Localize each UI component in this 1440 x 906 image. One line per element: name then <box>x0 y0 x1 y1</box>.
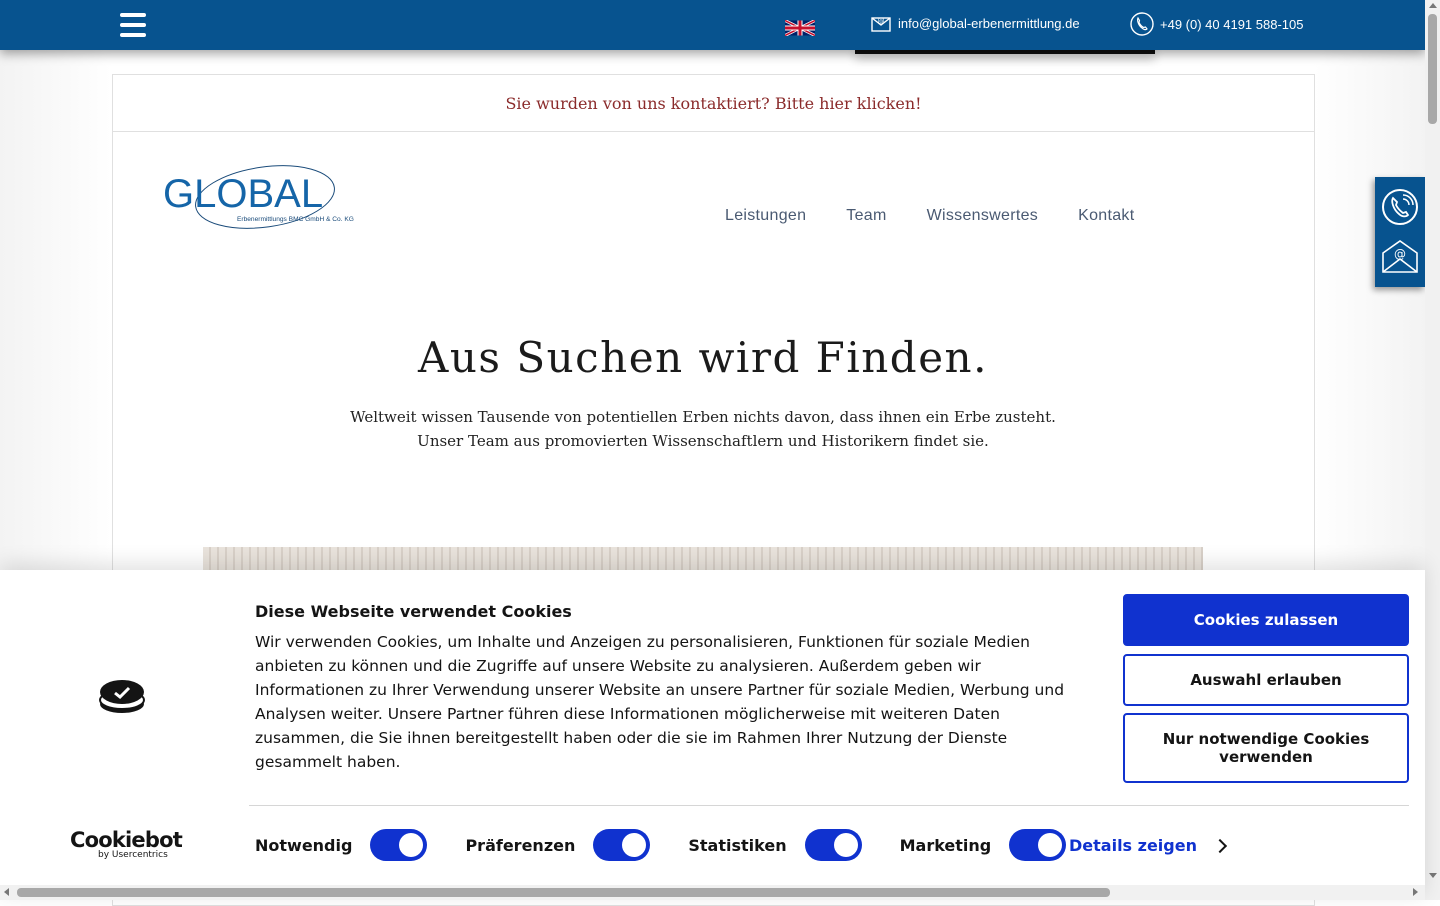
nav-kontakt[interactable]: Kontakt <box>1078 207 1134 225</box>
details-label: Details zeigen <box>1069 836 1197 855</box>
toggle-switch-notwendig[interactable] <box>370 829 428 861</box>
nav-leistungen[interactable]: Leistungen <box>725 207 806 225</box>
hamburger-menu-icon[interactable] <box>120 13 146 37</box>
cookiebot-brand[interactable]: Cookiebot by Usercentrics <box>70 828 183 860</box>
svg-text:@: @ <box>878 17 885 25</box>
scroll-up-arrow-icon[interactable] <box>1429 3 1437 8</box>
hero-line-1: Weltweit wissen Tausende von potentielle… <box>350 408 1056 426</box>
scroll-down-arrow-icon[interactable] <box>1429 873 1437 878</box>
hero-title: Aus Suchen wird Finden. <box>418 333 988 382</box>
side-contact-panel: @ <box>1375 177 1425 287</box>
contacted-notice-link[interactable]: Sie wurden von uns kontaktiert? Bitte hi… <box>113 75 1314 132</box>
cookie-banner: Cookiebot by Usercentrics Diese Webseite… <box>0 570 1425 900</box>
notice-text: Sie wurden von uns kontaktiert? Bitte hi… <box>505 93 922 113</box>
logo-subtext: Erbenermittlungs BMC GmbH & Co. KG <box>237 216 354 223</box>
cookie-text: Wir verwenden Cookies, um Inhalte und An… <box>255 633 1065 771</box>
show-details-link[interactable]: Details zeigen <box>1069 836 1228 855</box>
top-bar: @ info@global-erbenermittlung.de +49 (0)… <box>0 0 1425 50</box>
scroll-right-arrow-icon[interactable] <box>1413 888 1418 896</box>
dropdown-edge <box>855 50 1155 54</box>
cookiebot-name: Cookiebot <box>70 828 183 852</box>
cookie-toggles: Notwendig Präferenzen Statistiken Market… <box>255 828 1104 862</box>
toggle-praeferenzen: Präferenzen <box>465 829 651 861</box>
horizontal-scroll-thumb[interactable] <box>17 888 1110 897</box>
vertical-scrollbar[interactable] <box>1425 0 1440 900</box>
toggle-switch-marketing[interactable] <box>1009 829 1067 861</box>
toggle-statistiken: Statistiken <box>688 829 862 861</box>
email-link[interactable]: @ info@global-erbenermittlung.de <box>870 12 1080 34</box>
vertical-scroll-thumb[interactable] <box>1428 14 1437 124</box>
allow-all-cookies-button[interactable]: Cookies zulassen <box>1123 594 1409 646</box>
allow-selection-button[interactable]: Auswahl erlauben <box>1123 654 1409 706</box>
cookie-title: Diese Webseite verwendet Cookies <box>255 602 572 621</box>
email-icon[interactable]: @ <box>1381 237 1419 275</box>
toggle-switch-praeferenzen[interactable] <box>593 829 651 861</box>
svg-text:@: @ <box>1394 247 1406 261</box>
phone-text: +49 (0) 40 4191 588-105 <box>1160 16 1304 32</box>
main-nav: Leistungen Team Wissenswertes Kontakt <box>725 207 1174 225</box>
phone-icon[interactable] <box>1381 188 1419 226</box>
envelope-icon: @ <box>871 17 891 32</box>
phone-link[interactable]: +49 (0) 40 4191 588-105 <box>1130 12 1303 36</box>
necessary-cookies-button[interactable]: Nur notwendige Cookies verwenden <box>1123 713 1409 783</box>
toggle-label: Statistiken <box>688 835 787 855</box>
toggle-marketing: Marketing <box>900 829 1067 861</box>
cookie-divider <box>249 805 1409 806</box>
uk-flag-icon[interactable] <box>785 20 815 36</box>
toggle-notwendig: Notwendig <box>255 829 428 861</box>
toggle-label: Marketing <box>899 835 992 855</box>
cookiebot-logo-icon <box>99 680 145 713</box>
toggle-label: Präferenzen <box>465 835 576 855</box>
hero-text: Weltweit wissen Tausende von potentielle… <box>113 405 1293 453</box>
chevron-right-icon <box>1212 838 1228 853</box>
hero-line-2: Unser Team aus promovierten Wissenschaft… <box>417 432 989 450</box>
toggle-label: Notwendig <box>255 835 353 855</box>
scroll-left-arrow-icon[interactable] <box>4 888 9 896</box>
horizontal-scrollbar[interactable] <box>0 885 1425 900</box>
nav-team[interactable]: Team <box>846 207 886 225</box>
logo-text: GLOBAL <box>163 172 323 216</box>
phone-icon <box>1130 12 1154 36</box>
nav-wissenswertes[interactable]: Wissenswertes <box>927 207 1038 225</box>
email-text: info@global-erbenermittlung.de <box>898 15 1080 31</box>
global-logo[interactable]: GLOBAL Erbenermittlungs BMC GmbH & Co. K… <box>163 161 368 231</box>
toggle-switch-statistiken[interactable] <box>804 829 862 861</box>
